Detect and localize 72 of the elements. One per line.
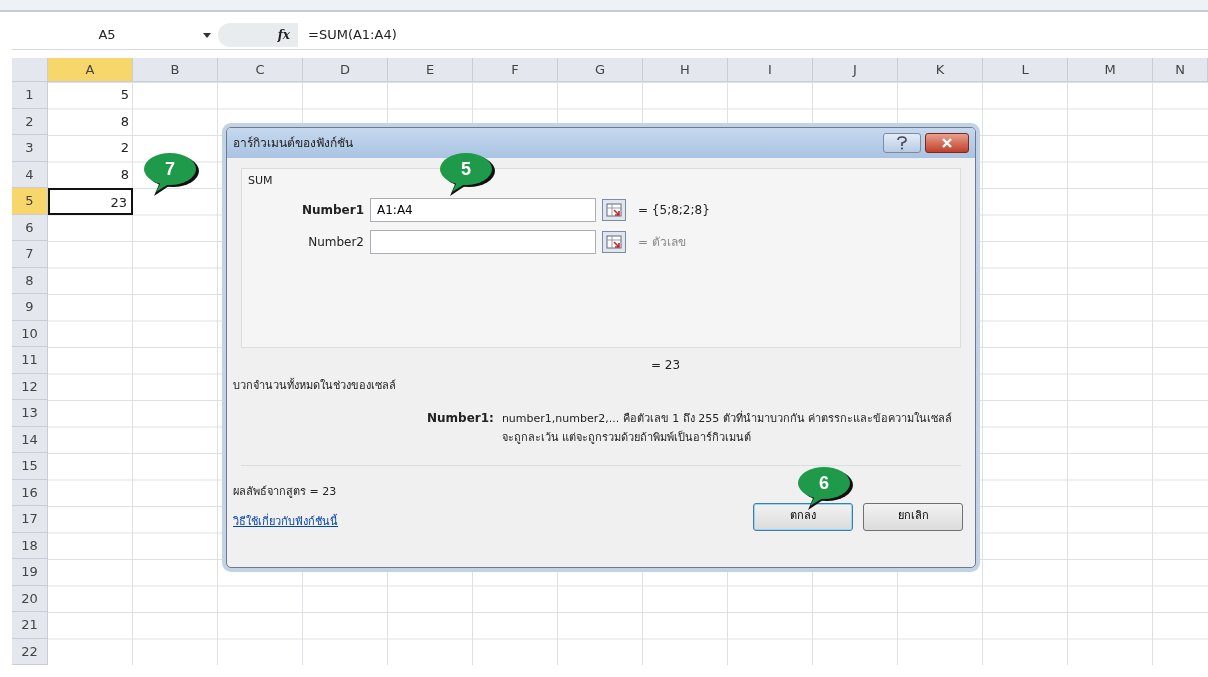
formula-field[interactable]: =SUM(A1:A4) [298, 22, 1208, 47]
column-header[interactable]: H [643, 58, 728, 82]
argument-label: Number2 [307, 233, 364, 251]
column-header[interactable]: K [898, 58, 983, 82]
close-button[interactable] [925, 133, 969, 153]
dialog-title: อาร์กิวเมนต์ของฟังก์ชัน [233, 135, 354, 152]
row-header[interactable]: 14 [12, 426, 48, 453]
insert-function-button[interactable]: fx [277, 25, 290, 44]
step-callout: 6 [796, 466, 854, 512]
total-result: = 23 [651, 357, 682, 374]
formula-result: ผลลัพธ์จากสูตร = 23 [233, 483, 338, 500]
column-header[interactable]: E [388, 58, 473, 82]
row-header[interactable]: 16 [12, 479, 48, 506]
active-cell: 23 [48, 188, 133, 215]
dropdown-caret-icon [202, 30, 212, 39]
column-header[interactable]: G [558, 58, 643, 82]
table-cell-text: 8 [119, 165, 130, 184]
help-argument-label: Number1: [427, 409, 494, 427]
row-header[interactable]: 11 [12, 347, 48, 374]
row-header[interactable]: 22 [12, 638, 48, 665]
ok-button[interactable]: ตกลง [753, 502, 853, 531]
name-box[interactable]: A5 [12, 22, 202, 47]
column-header[interactable]: N [1153, 58, 1208, 82]
row-header[interactable]: 20 [12, 585, 48, 612]
cancel-button[interactable]: ยกเลิก [863, 502, 963, 531]
help-link[interactable]: วิธีใช้เกี่ยวกับฟังก์ชันนี้ [233, 514, 743, 531]
row-header[interactable]: 10 [12, 320, 48, 347]
help-button[interactable] [883, 133, 921, 153]
row-header[interactable]: 2 [12, 108, 48, 135]
argument-result: = ตัวเลข [638, 233, 686, 251]
argument-result: = {5;8;2;8} [638, 201, 710, 219]
close-icon [941, 137, 953, 149]
step-callout: 5 [438, 152, 496, 198]
row-header[interactable]: 13 [12, 400, 48, 427]
range-grid-icon [606, 202, 622, 217]
column-header[interactable]: M [1068, 58, 1153, 82]
range-grid-icon [606, 234, 622, 249]
row-header[interactable]: 17 [12, 506, 48, 533]
row-header[interactable]: 3 [12, 135, 48, 162]
range-select-button[interactable] [602, 230, 626, 253]
row-header[interactable]: 7 [12, 241, 48, 268]
function-name: SUM [248, 173, 274, 189]
row-header[interactable]: 5 [12, 188, 48, 215]
row-header[interactable]: 4 [12, 161, 48, 188]
step-callout: 7 [142, 152, 200, 198]
row-header[interactable]: 19 [12, 559, 48, 586]
argument-field[interactable] [370, 229, 596, 254]
table-cell-text: 5 [119, 86, 130, 104]
column-header[interactable]: D [303, 58, 388, 82]
row-header[interactable]: 15 [12, 453, 48, 480]
column-header[interactable]: B [133, 58, 218, 82]
row-header[interactable]: 8 [12, 267, 48, 294]
table-cell-text: 8 [119, 112, 130, 131]
row-header[interactable]: 9 [12, 294, 48, 321]
row-header[interactable]: 18 [12, 532, 48, 559]
row-header[interactable]: 12 [12, 373, 48, 400]
column-header[interactable]: C [218, 58, 303, 82]
table-cell-text: 2 [119, 139, 130, 157]
argument-field[interactable]: A1:A4 [370, 197, 596, 222]
column-header[interactable]: A [48, 58, 133, 82]
function-description: บวกจำนวนทั้งหมดในช่วงของเซลล์ [233, 378, 397, 394]
argument-label: Number1 [300, 201, 364, 219]
row-header[interactable]: 21 [12, 612, 48, 639]
row-header[interactable]: 6 [12, 214, 48, 241]
column-header[interactable]: L [983, 58, 1068, 82]
column-header[interactable]: I [728, 58, 813, 82]
help-text: number1,number2,... คือตัวเลข 1 ถึง 255 ตัวที่นำมาบวกกัน ค่าตรรกะและข้อความในเซลล์จะถูกละเว้น แต่จะถูกรวมด้วยถ้าพิมพ์เป็นอาร์กิวเมนต์ [501, 409, 954, 446]
column-header[interactable]: F [473, 58, 558, 82]
help-icon [896, 136, 908, 150]
row-header[interactable]: 1 [12, 82, 48, 109]
range-select-button[interactable] [602, 198, 626, 221]
column-header[interactable]: J [813, 58, 898, 82]
